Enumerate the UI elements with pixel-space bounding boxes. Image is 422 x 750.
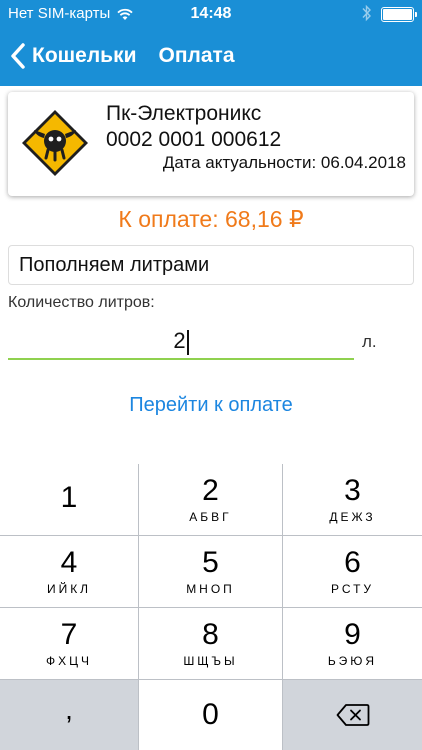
app-header: Нет SIM-карты 14:48 Кошельки Оплата — [0, 0, 422, 86]
battery-icon — [381, 7, 417, 22]
key-1[interactable]: 1 — [0, 464, 138, 535]
actuality-date: Дата актуальности: 06.04.2018 — [162, 153, 406, 172]
chevron-left-icon — [11, 43, 25, 69]
key-6[interactable]: 6 РСТУ — [283, 536, 422, 607]
key-0[interactable]: 0 — [139, 680, 282, 750]
go-to-payment-button[interactable]: Перейти к оплате — [0, 394, 422, 417]
numeric-keypad: 1 2 АБВГ 3 ДЕЖЗ 4 ИЙКЛ 5 МНОП 6 РСТУ 7 ФХЦЧ 8Ш… — [0, 464, 422, 750]
back-button[interactable]: Кошельки — [10, 43, 137, 69]
bluetooth-icon — [362, 4, 372, 26]
liters-value: 2 — [173, 328, 186, 353]
status-time: 14:48 — [190, 5, 232, 22]
status-bar: Нет SIM-карты 14:48 — [0, 0, 422, 28]
payment-mode-select[interactable]: Пополняем литрами — [8, 245, 414, 285]
key-5[interactable]: 5 МНОП — [139, 536, 282, 607]
liters-unit: л. — [362, 332, 377, 351]
key-8[interactable]: 8 ШЩЪЫ — [139, 608, 282, 679]
key-4[interactable]: 4 ИЙКЛ — [0, 536, 138, 607]
key-3[interactable]: 3 ДЕЖЗ — [283, 464, 422, 535]
merchant-name: Пк-Электроникс — [106, 102, 262, 125]
back-button-label: Кошельки — [32, 44, 137, 67]
amount-due: К оплате: 68,16 ₽ — [118, 206, 304, 232]
key-7[interactable]: 7 ФХЦЧ — [0, 608, 138, 679]
liters-input[interactable]: 2 — [8, 322, 354, 360]
liters-label: Количество литров: — [8, 294, 155, 311]
backspace-icon — [336, 704, 369, 726]
nav-bar: Кошельки Оплата — [0, 36, 422, 76]
wallet-card: Пк-Электроникс 0002 0001 000612 Дата акт… — [8, 92, 414, 196]
key-2[interactable]: 2 АБВГ — [139, 464, 282, 535]
merchant-logo — [22, 110, 88, 176]
key-9[interactable]: 9 ЬЭЮЯ — [283, 608, 422, 679]
text-caret — [186, 329, 189, 355]
backspace-key[interactable] — [283, 680, 422, 750]
wallet-number: 0002 0001 000612 — [106, 128, 282, 151]
key-comma[interactable]: , — [0, 680, 138, 750]
page-title: Оплата — [158, 44, 235, 67]
